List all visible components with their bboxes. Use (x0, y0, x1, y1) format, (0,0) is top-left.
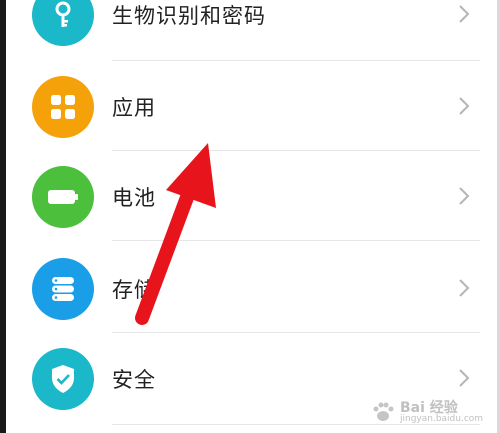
chevron-right-icon (459, 97, 470, 115)
divider (112, 240, 480, 241)
paw-logo-icon (373, 402, 394, 421)
storage-icon (32, 258, 94, 320)
divider (112, 332, 480, 333)
watermark-url: jingyan.baidu.com (400, 414, 484, 424)
apps-grid-icon (32, 76, 94, 138)
settings-item-label: 安全 (112, 368, 156, 392)
settings-item-storage[interactable]: 存储 (0, 244, 497, 336)
settings-item-label: 生物识别和密码 (112, 4, 266, 28)
chevron-right-icon (459, 279, 470, 297)
settings-item-battery[interactable]: 电池 (0, 152, 497, 244)
key-icon (32, 0, 94, 46)
chevron-right-icon (459, 187, 470, 205)
battery-icon (32, 166, 94, 228)
settings-item-label: 应用 (112, 96, 156, 120)
chevron-right-icon (459, 5, 470, 23)
shield-check-icon (32, 348, 94, 410)
settings-item-label: 存储 (112, 278, 156, 302)
chevron-right-icon (459, 369, 470, 387)
settings-screen: 生物识别和密码 应用 电池 存储 安全 Bai 经验 jingyan.baidu… (0, 0, 500, 433)
divider (112, 60, 480, 61)
baidu-jingyan-watermark: Bai 经验 jingyan.baidu.com (370, 395, 490, 429)
divider (112, 150, 480, 151)
settings-item-biometrics[interactable]: 生物识别和密码 (0, 0, 497, 62)
settings-item-label: 电池 (112, 186, 156, 210)
settings-item-apps[interactable]: 应用 (0, 62, 497, 154)
